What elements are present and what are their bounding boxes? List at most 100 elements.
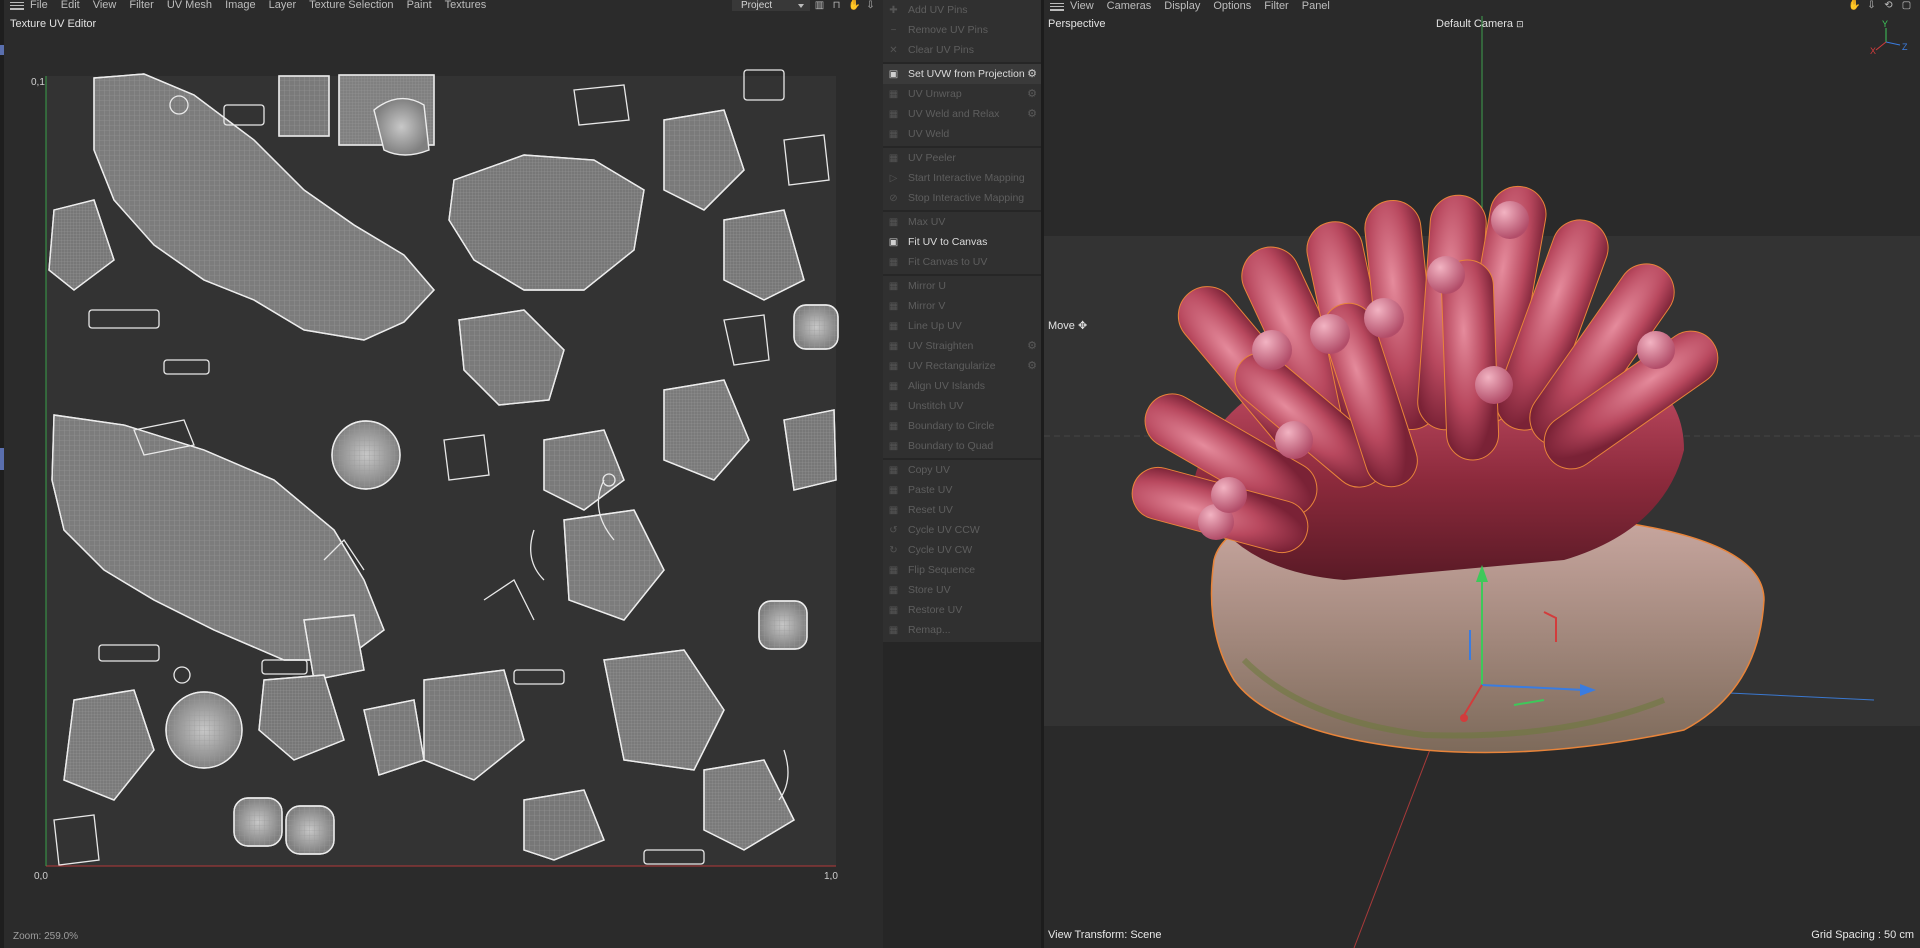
uv-peeler-item[interactable]: ▦ UV Peeler [883,148,1041,168]
mirror-v-icon: ▦ [888,300,899,312]
copy-uv-item[interactable]: ▦ Copy UV [883,460,1041,480]
uv-label-top-left: 0,1 [31,77,45,88]
store-icon: ▦ [888,584,899,596]
align-uv-islands-item[interactable]: ▦ Align UV Islands [883,376,1041,396]
clear-uv-pins-item[interactable]: ✕ Clear UV Pins [883,40,1041,60]
store-uv-item[interactable]: ▦ Store UV [883,580,1041,600]
max-uv-item[interactable]: ▦ Max UV [883,212,1041,232]
menu-cameras[interactable]: Cameras [1107,1,1152,12]
hamburger-menu-icon[interactable] [1050,2,1064,12]
flip-sequence-item[interactable]: ▦ Flip Sequence [883,560,1041,580]
gear-icon[interactable]: ⚙ [1026,68,1038,80]
hamburger-menu-icon[interactable] [10,1,24,11]
uv-tool-menu: ✚ Add UV Pins − Remove UV Pins ✕ Clear UV P… [883,0,1041,948]
unstitch-icon: ▦ [888,400,899,412]
projection-icon: ▣ [888,68,899,80]
menu-panel[interactable]: Panel [1302,1,1330,12]
boundary-to-quad-item[interactable]: ▦ Boundary to Quad [883,436,1041,456]
gear-icon[interactable]: ⚙ [1026,340,1038,352]
menu-file[interactable]: File [30,0,48,11]
weld-icon: ▦ [888,128,899,140]
menu-texture-selection[interactable]: Texture Selection [309,0,393,11]
histogram-icon[interactable]: ▥ [814,1,825,11]
paste-uv-item[interactable]: ▦ Paste UV [883,480,1041,500]
menu-display[interactable]: Display [1164,1,1200,12]
gear-icon[interactable]: ⚙ [1026,108,1038,120]
cycle-cw-icon: ↻ [889,544,898,556]
hand-pan-icon[interactable]: ✋ [848,1,860,11]
move-icon: ✥ [1077,320,1088,332]
menu-options[interactable]: Options [1213,1,1251,12]
max-uv-icon: ▦ [888,216,899,228]
cycle-uv-cw-item[interactable]: ↻ Cycle UV CW [883,540,1041,560]
panel-divider[interactable] [1041,0,1044,948]
viewport-scene[interactable]: Y X Z [1044,0,1920,948]
fit-uv-icon: ▦ [888,256,899,268]
uv-label-origin: 0,0 [34,871,48,880]
mirror-v-item[interactable]: ▦ Mirror V [883,296,1041,316]
mirror-u-icon: ▦ [888,280,899,292]
menu-edit[interactable]: Edit [61,0,80,11]
fit-canvas-to-uv-item[interactable]: ▦ Fit Canvas to UV [883,252,1041,272]
tool-group: ▦ UV Peeler ▷ Start Interactive Mapping ⊘ S… [883,148,1041,210]
rectangularize-icon: ▦ [888,360,899,372]
mirror-u-item[interactable]: ▦ Mirror U [883,276,1041,296]
line-up-uv-item[interactable]: ▦ Line Up UV [883,316,1041,336]
menu-view[interactable]: View [1070,1,1094,12]
move-tool-name: Move [1048,320,1075,332]
quad-icon: ▦ [888,440,899,452]
arrow-down-icon[interactable]: ⇩ [865,1,876,11]
boundary-to-circle-item[interactable]: ▦ Boundary to Circle [883,416,1041,436]
menu-layer[interactable]: Layer [269,0,297,11]
circle-icon: ▦ [888,420,899,432]
uv-unwrap-item[interactable]: ▦ UV Unwrap ⚙ [883,84,1041,104]
uv-weld-and-relax-item[interactable]: ▦ UV Weld and Relax ⚙ [883,104,1041,124]
menu-filter[interactable]: Filter [1264,1,1288,12]
project-select[interactable]: Project [732,0,810,11]
stop-icon: ⊘ [889,192,898,204]
set-uvw-from-projection-item[interactable]: ▣ Set UVW from Projection ⚙ [883,64,1041,84]
menu-textures[interactable]: Textures [445,0,487,11]
tool-group: ▣ Set UVW from Projection ⚙ ▦ UV Unwrap ⚙ ▦ U… [883,64,1041,146]
maximize-icon[interactable]: ▢ [1900,1,1913,11]
menu-view[interactable]: View [93,0,117,11]
uv-straighten-item[interactable]: ▦ UV Straighten ⚙ [883,336,1041,356]
cycle-ccw-icon: ↺ [889,524,898,536]
add-uv-pins-item[interactable]: ✚ Add UV Pins [883,0,1041,20]
grid-spacing-readout: Grid Spacing : 50 cm [1811,929,1914,941]
lock-icon[interactable]: ⊓ [831,1,842,11]
play-icon: ▷ [889,172,898,184]
menu-image[interactable]: Image [225,0,256,11]
paste-icon: ▦ [888,484,899,496]
uv-rectangularize-item[interactable]: ▦ UV Rectangularize ⚙ [883,356,1041,376]
restore-uv-item[interactable]: ▦ Restore UV [883,600,1041,620]
tool-group: ▦ Max UV ▣ Fit UV to Canvas ▦ Fit Canvas to… [883,212,1041,274]
hand-pan-icon[interactable]: ✋ [1848,1,1861,11]
reset-uv-item[interactable]: ▦ Reset UV [883,500,1041,520]
menu-uv-mesh[interactable]: UV Mesh [167,0,212,11]
unstitch-uv-item[interactable]: ▦ Unstitch UV [883,396,1041,416]
rotate-view-icon[interactable]: ⟲ [1882,1,1895,11]
copy-icon: ▦ [888,464,899,476]
remap-item[interactable]: ▦ Remap... [883,620,1041,640]
line-up-icon: ▦ [888,320,899,332]
gear-icon[interactable]: ⚙ [1026,88,1038,100]
orientation-x-label: X [1870,46,1876,56]
cycle-uv-ccw-item[interactable]: ↺ Cycle UV CCW [883,520,1041,540]
arrow-down-icon[interactable]: ⇩ [1865,1,1878,11]
uv-canvas[interactable]: 0,1 0,0 1,0 U [4,60,883,880]
menu-filter[interactable]: Filter [129,0,153,11]
camera-selector[interactable]: Default Camera ⊡ [1436,18,1524,30]
gear-icon[interactable]: ⚙ [1026,360,1038,372]
remove-uv-pins-item[interactable]: − Remove UV Pins [883,20,1041,40]
stop-interactive-mapping-item[interactable]: ⊘ Stop Interactive Mapping [883,188,1041,208]
fit-uv-to-canvas-item[interactable]: ▣ Fit UV to Canvas [883,232,1041,252]
perspective-viewport[interactable]: Y X Z View Cameras Display Options Filte… [1044,0,1920,948]
uv-weld-item[interactable]: ▦ UV Weld [883,124,1041,144]
pin-clear-icon: ✕ [889,44,898,56]
menu-paint[interactable]: Paint [407,0,432,11]
fit-canvas-icon: ▣ [888,236,899,248]
straighten-icon: ▦ [888,340,899,352]
start-interactive-mapping-item[interactable]: ▷ Start Interactive Mapping [883,168,1041,188]
tool-group: ▦ Mirror U ▦ Mirror V ▦ Line Up UV ▦ UV Stra… [883,276,1041,458]
